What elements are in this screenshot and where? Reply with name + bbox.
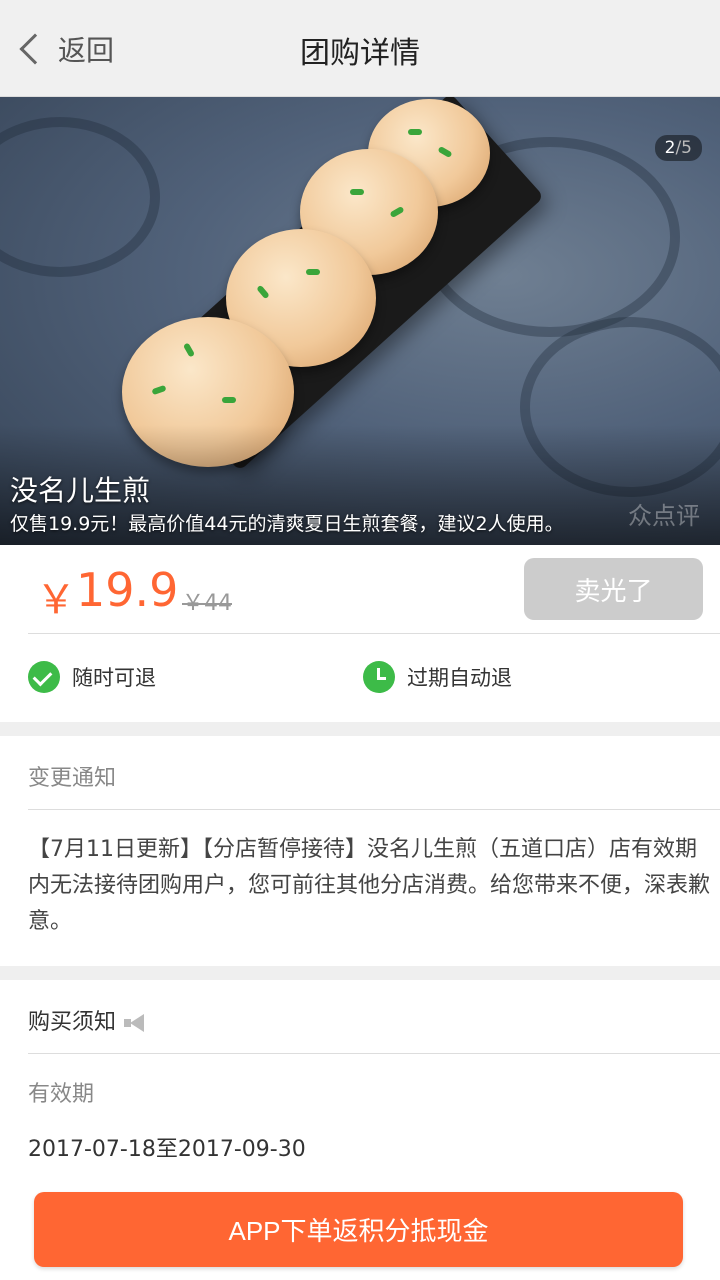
current-price: 19.9 bbox=[76, 563, 179, 617]
original-price: ￥44 bbox=[182, 591, 232, 616]
guarantee-row: 随时可退 过期自动退 bbox=[0, 634, 720, 722]
guarantee-label: 过期自动退 bbox=[407, 666, 512, 690]
app-order-button[interactable]: APP下单返积分抵现金 bbox=[34, 1192, 683, 1267]
validity-value: 2017-07-18至2017-09-30 bbox=[28, 1137, 306, 1162]
image-counter-total: /5 bbox=[675, 138, 692, 158]
price-row: ￥ 19.9 ￥44 卖光了 bbox=[0, 545, 720, 633]
background-pattern bbox=[0, 117, 160, 277]
deal-image-carousel[interactable]: 2/5 众点评 没名儿生煎 仅售19.9元！最高价值44元的清爽夏日生煎套餐，建… bbox=[0, 97, 720, 545]
image-counter: 2/5 bbox=[654, 135, 702, 161]
image-counter-current: 2 bbox=[664, 138, 676, 158]
divider bbox=[28, 1053, 720, 1054]
guarantee-auto-refund: 过期自动退 bbox=[363, 661, 512, 693]
check-circle-icon bbox=[28, 661, 60, 693]
guarantee-label: 随时可退 bbox=[72, 666, 156, 690]
navigation-bar: 返回 团购详情 bbox=[0, 0, 720, 97]
section-gap bbox=[0, 966, 720, 980]
section-gap bbox=[0, 722, 720, 736]
divider bbox=[28, 809, 720, 810]
currency-symbol: ￥ bbox=[36, 577, 76, 623]
guarantee-refund-anytime: 随时可退 bbox=[28, 661, 156, 693]
page-title: 团购详情 bbox=[300, 36, 420, 71]
shop-name: 没名儿生煎 bbox=[10, 474, 151, 507]
deal-description: 仅售19.9元！最高价值44元的清爽夏日生煎套餐，建议2人使用。 bbox=[10, 513, 564, 535]
validity-label: 有效期 bbox=[28, 1082, 95, 1107]
purchase-notes-title: 购买须知 bbox=[28, 1010, 117, 1035]
purchase-notes-header: 购买须知 bbox=[28, 1004, 148, 1036]
clock-icon bbox=[363, 661, 395, 693]
notice-body: 【7月11日更新】【分店暂停接待】没名儿生煎（五道口店）店有效期内无法接待团购用… bbox=[28, 837, 711, 934]
sold-out-button[interactable]: 卖光了 bbox=[524, 558, 703, 620]
speaker-icon bbox=[122, 1012, 148, 1034]
notice-title: 变更通知 bbox=[28, 766, 117, 791]
watermark: 众点评 bbox=[628, 502, 700, 530]
